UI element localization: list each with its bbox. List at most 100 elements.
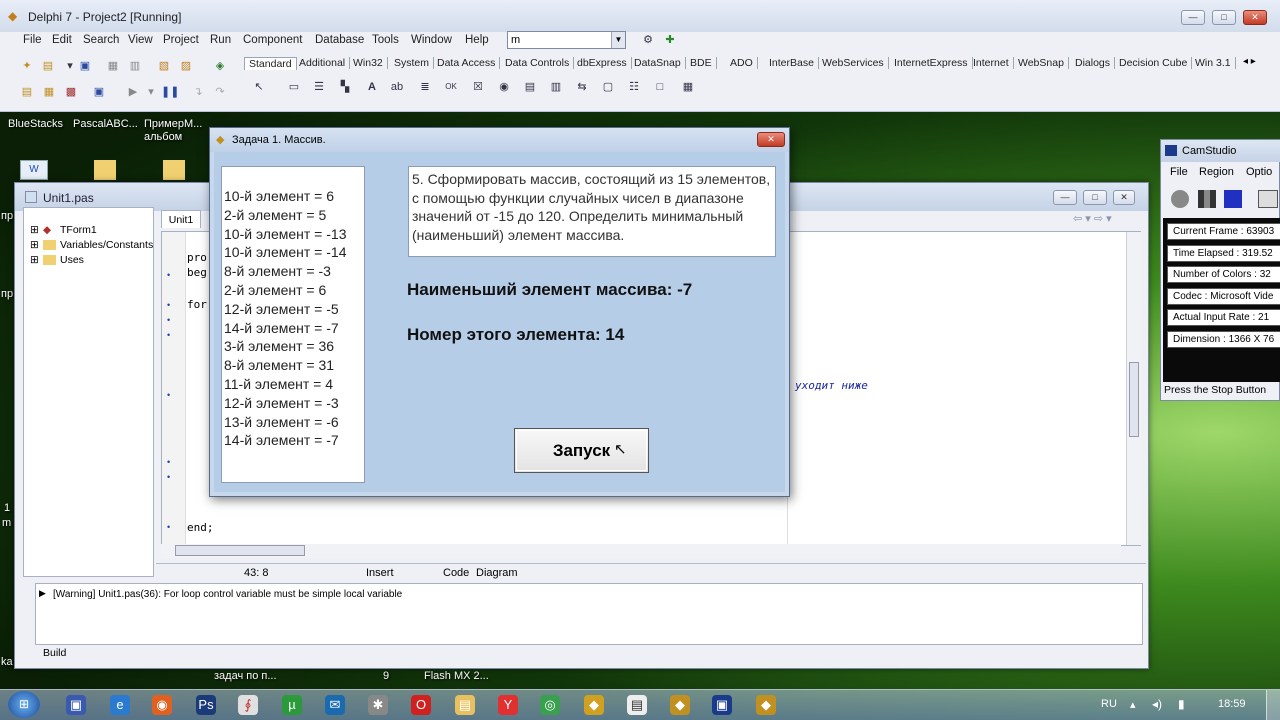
pause-icon[interactable]: ❚❚ xyxy=(161,84,179,100)
step-over-icon[interactable]: ↷ xyxy=(212,84,228,100)
desktop-label[interactable]: ПримерМ... альбом xyxy=(144,118,208,144)
desktop-label[interactable]: BlueStacks xyxy=(8,118,63,130)
cam-menu-options[interactable]: Optio xyxy=(1246,166,1272,178)
stop-icon[interactable] xyxy=(1224,190,1242,208)
menu-component[interactable]: Component xyxy=(243,34,302,46)
tree-expand-icon[interactable]: ⊞ xyxy=(30,224,39,236)
palette-tab-datasnap[interactable]: DataSnap xyxy=(634,57,686,69)
delphi-taskbar-icon[interactable]: ◆ xyxy=(670,695,690,715)
breakpoint-dot[interactable]: • xyxy=(167,300,170,310)
run-icon[interactable]: ▶ xyxy=(125,84,141,100)
folder-icon[interactable] xyxy=(94,160,116,180)
menu-project[interactable]: Project xyxy=(163,34,199,46)
palette-tab-decision-cube[interactable]: Decision Cube xyxy=(1119,57,1193,69)
panel-icon[interactable]: □ xyxy=(652,79,668,95)
firefox-icon[interactable]: ◉ xyxy=(152,695,172,715)
palette-tab-data-controls[interactable]: Data Controls xyxy=(505,57,575,69)
main-menu-icon[interactable]: ☰ xyxy=(311,79,327,95)
list-item[interactable]: 3-й элемент = 36 xyxy=(224,337,334,356)
yandex-icon[interactable]: Y xyxy=(498,695,518,715)
show-desktop-button[interactable] xyxy=(1266,690,1280,720)
record-icon[interactable] xyxy=(1171,190,1189,208)
utorrent-icon[interactable]: µ xyxy=(282,695,302,715)
menu-view[interactable]: View xyxy=(128,34,153,46)
tree-expand-icon[interactable]: ⊞ xyxy=(30,239,39,251)
camstudio-taskbar-icon[interactable]: ▣ xyxy=(712,695,732,715)
clock[interactable]: 18:59 xyxy=(1218,698,1246,710)
components-icon[interactable]: ⚙ xyxy=(640,32,656,48)
list-item[interactable]: 10-й элемент = -13 xyxy=(224,225,346,244)
list-item[interactable]: 11-й элемент = 4 xyxy=(224,375,333,394)
volume-icon[interactable]: ◂) xyxy=(1152,697,1162,711)
scrollbar-icon[interactable]: ⇆ xyxy=(574,79,590,95)
horizontal-scrollbar[interactable] xyxy=(161,544,1121,558)
palette-tab-dbexpress[interactable]: dbExpress xyxy=(577,57,632,69)
editor-minimize-button[interactable]: — xyxy=(1053,190,1077,205)
menu-file[interactable]: File xyxy=(23,34,42,46)
help-icon[interactable]: ◈ xyxy=(212,58,228,74)
list-item[interactable]: 2-й элемент = 5 xyxy=(224,206,326,225)
toolbar-combo[interactable]: m ▼ xyxy=(507,31,626,49)
scroll-thumb[interactable] xyxy=(1129,362,1139,437)
tab-build[interactable]: Build xyxy=(43,647,66,659)
tree-item-tform1[interactable]: TForm1 xyxy=(60,224,97,236)
cam-menu-region[interactable]: Region xyxy=(1199,166,1234,178)
palette-tab-internetexpress[interactable]: InternetExpress xyxy=(894,57,973,69)
palette-tab-ado[interactable]: ADO xyxy=(730,57,758,69)
ie-icon[interactable]: e xyxy=(110,695,130,715)
actionlist-icon[interactable]: ▦ xyxy=(680,79,696,95)
folder-icon[interactable] xyxy=(163,160,185,180)
palette-tab-system[interactable]: System xyxy=(394,57,435,69)
minimize-button[interactable]: — xyxy=(1181,10,1205,25)
edit-icon[interactable]: ab xyxy=(389,79,405,95)
list-item[interactable]: 14-й элемент = -7 xyxy=(224,319,339,338)
breakpoint-dot[interactable]: • xyxy=(167,472,170,482)
trace-into-icon[interactable]: ↴ xyxy=(190,84,206,100)
list-item[interactable]: 2-й элемент = 6 xyxy=(224,281,326,300)
maximize-button[interactable]: □ xyxy=(1212,10,1236,25)
pause-icon[interactable] xyxy=(1198,190,1216,208)
radiobutton-icon[interactable]: ◉ xyxy=(496,79,512,95)
breakpoint-dot[interactable]: • xyxy=(167,522,170,532)
chrome-icon[interactable]: ◎ xyxy=(540,695,560,715)
word-doc-icon[interactable]: W xyxy=(20,160,48,180)
opera-icon[interactable]: O xyxy=(411,695,431,715)
close-button[interactable]: ✕ xyxy=(1243,10,1267,25)
editor-close-button[interactable]: ✕ xyxy=(1113,190,1135,205)
groupbox-icon[interactable]: ▢ xyxy=(600,79,616,95)
radiogroup-icon[interactable]: ☷ xyxy=(626,79,642,95)
checkbox-icon[interactable]: ☒ xyxy=(470,79,486,95)
palette-tab-win31[interactable]: Win 3.1 xyxy=(1195,57,1236,69)
label-icon[interactable]: A xyxy=(364,79,380,95)
new-icon[interactable]: ✦ xyxy=(19,58,35,74)
save-icon[interactable]: ▣ xyxy=(77,58,93,74)
menu-run[interactable]: Run xyxy=(210,34,231,46)
remove-file-icon[interactable]: ▨ xyxy=(178,58,194,74)
language-indicator[interactable]: RU xyxy=(1101,698,1117,710)
menu-database[interactable]: Database xyxy=(315,34,364,46)
network-icon[interactable]: ▮ xyxy=(1178,697,1185,711)
pointer-icon[interactable]: ↖ xyxy=(251,79,267,95)
list-item[interactable]: 8-й элемент = -3 xyxy=(224,262,331,281)
desktop-label[interactable]: задач по п... xyxy=(214,670,277,682)
dropdown-arrow-icon[interactable]: ▾ xyxy=(62,58,78,74)
list-item[interactable]: 12-й элемент = -5 xyxy=(224,300,339,319)
app-icon[interactable]: ✉ xyxy=(325,695,345,715)
list-item[interactable]: 12-й элемент = -3 xyxy=(224,394,339,413)
tab-diagram[interactable]: Diagram xyxy=(476,567,518,579)
breakpoint-dot[interactable]: • xyxy=(167,330,170,340)
list-item[interactable]: 14-й элемент = -7 xyxy=(224,431,339,450)
menu-window[interactable]: Window xyxy=(411,34,452,46)
palette-tab-bde[interactable]: BDE xyxy=(690,57,717,69)
list-item[interactable]: 13-й элемент = -6 xyxy=(224,413,339,432)
button-icon[interactable]: OK xyxy=(443,79,459,95)
warning-message[interactable]: [Warning] Unit1.pas(36): For loop contro… xyxy=(53,589,402,600)
breakpoint-dot[interactable]: • xyxy=(167,270,170,280)
tree-expand-icon[interactable]: ⊞ xyxy=(30,254,39,266)
menu-search[interactable]: Search xyxy=(83,34,119,46)
tree-item-variables[interactable]: Variables/Constants xyxy=(60,239,153,251)
list-item[interactable]: 10-й элемент = 6 xyxy=(224,187,334,206)
tree-item-uses[interactable]: Uses xyxy=(60,254,84,266)
palette-tab-standard[interactable]: Standard xyxy=(244,57,297,70)
breakpoint-dot[interactable]: • xyxy=(167,315,170,325)
